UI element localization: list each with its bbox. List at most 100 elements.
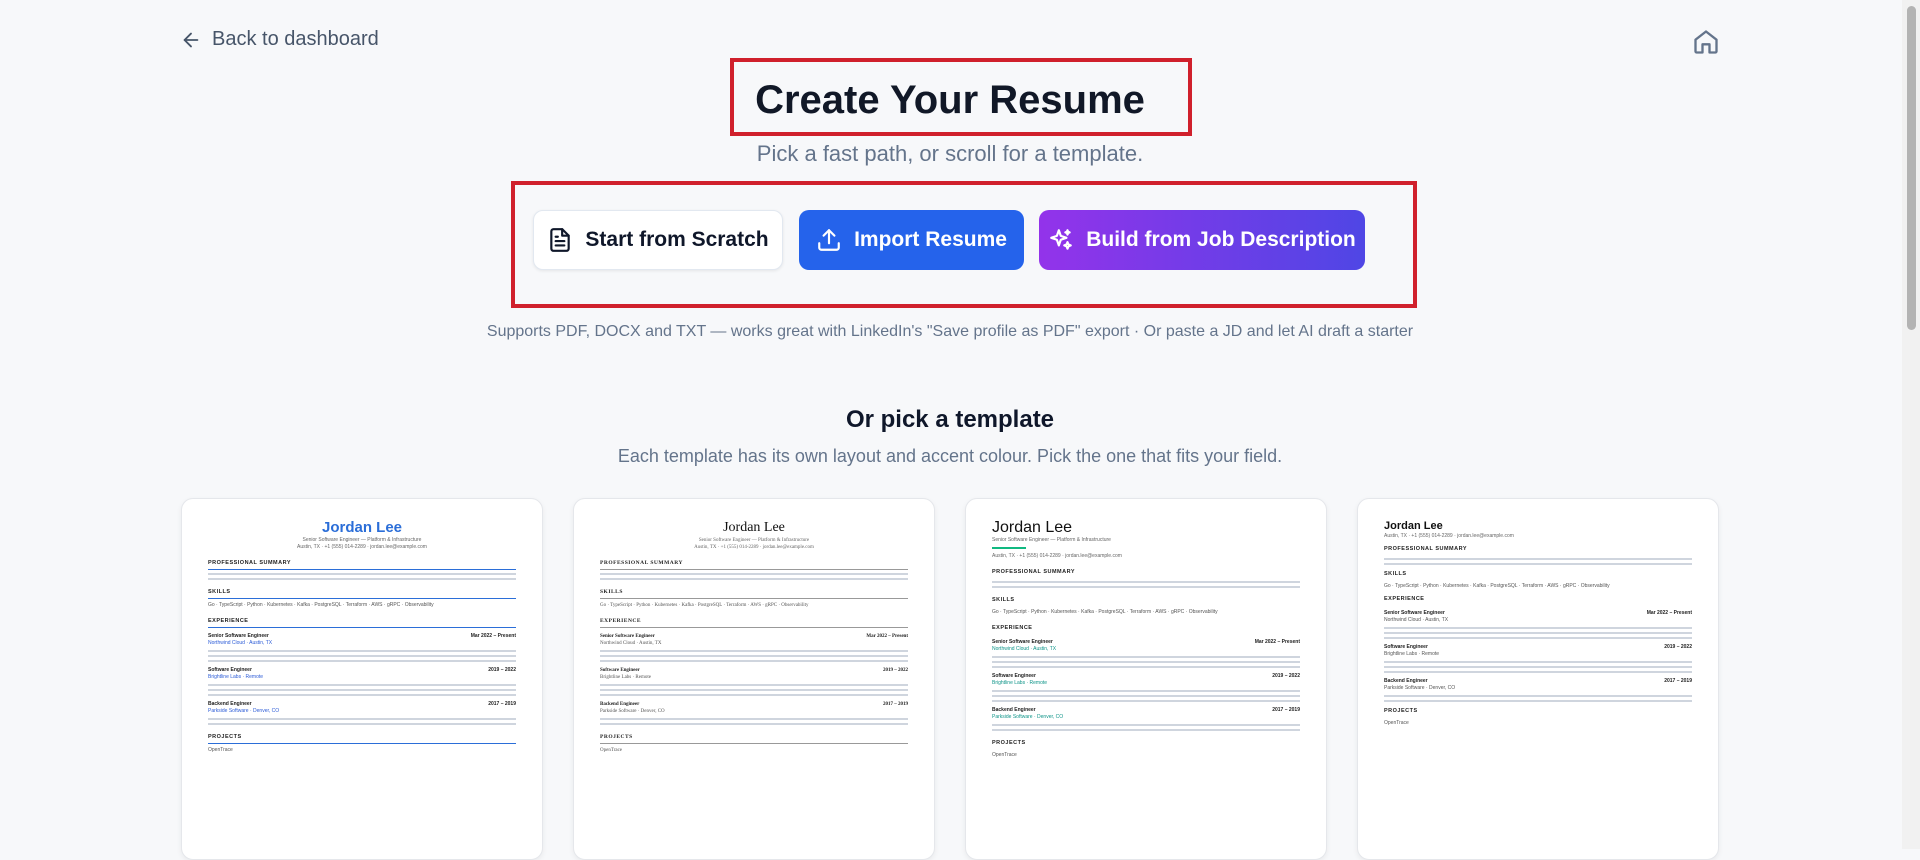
preview-job-dates: 2019 – 2022 [1272, 673, 1300, 679]
preview-job-title: Senior Software Engineer [1384, 610, 1445, 616]
templates-subheading: Each template has its own layout and acc… [617, 446, 1283, 466]
accent-rule [992, 547, 1026, 549]
preview-job-title: Senior Software Engineer [600, 634, 655, 639]
preview-projects-heading: PROJECTS [992, 740, 1026, 746]
preview-contact: Austin, TX · +1 (555) 014-2289 · jordan.… [992, 553, 1122, 559]
preview-contact: Austin, TX · +1 (555) 014-2289 · jordan.… [297, 544, 427, 550]
resume-preview: Jordan Lee Senior Software Engineer — Pl… [992, 519, 1300, 859]
preview-headline: Senior Software Engineer — Platform & In… [302, 537, 422, 543]
preview-headline: Senior Software Engineer — Platform & In… [992, 537, 1111, 543]
preview-job-dates: Mar 2022 – Present [1254, 639, 1300, 645]
preview-name: Jordan Lee [1384, 520, 1443, 532]
preview-job-company: Brightline Labs · Remote [1384, 651, 1440, 657]
preview-job-title: Backend Engineer [208, 701, 252, 707]
template-card-compact[interactable]: Jordan Lee Austin, TX · +1 (555) 014-228… [1357, 498, 1719, 860]
preview-job-company: Parkside Software · Denver, CO [992, 714, 1064, 720]
template-card-serif[interactable]: Jordan Lee Senior Software Engineer — Pl… [573, 498, 935, 860]
preview-job-company: Northwind Cloud · Austin, TX [1384, 617, 1449, 623]
preview-job-company: Parkside Software · Denver, CO [208, 708, 280, 714]
jd-label: Build from Job Description [1086, 228, 1356, 251]
preview-job-company: Parkside Software · Denver, CO [600, 709, 665, 714]
preview-job-dates: Mar 2022 – Present [470, 633, 516, 639]
template-card-classic[interactable]: Jordan Lee Senior Software Engineer — Pl… [181, 498, 543, 860]
preview-job-dates: 2019 – 2022 [883, 668, 908, 673]
preview-skills-heading: SKILLS [600, 589, 908, 599]
preview-experience-heading: EXPERIENCE [600, 618, 908, 628]
preview-job-title: Senior Software Engineer [208, 633, 269, 639]
preview-name: Jordan Lee [992, 519, 1073, 536]
preview-summary-heading: PROFESSIONAL SUMMARY [1384, 546, 1468, 552]
preview-experience-heading: EXPERIENCE [992, 625, 1033, 631]
preview-job-company: Brightline Labs · Remote [992, 680, 1048, 686]
preview-projects-heading: PROJECTS [1384, 708, 1418, 714]
back-label: Back to dashboard [212, 28, 379, 50]
supported-formats-note: Supports PDF, DOCX and TXT — works great… [486, 323, 1414, 340]
build-from-job-description-button[interactable]: Build from Job Description [1039, 210, 1365, 270]
preview-projects-heading: PROJECTS [208, 734, 516, 744]
preview-skills-heading: SKILLS [992, 597, 1015, 603]
preview-name: Jordan Lee [723, 520, 785, 535]
preview-project: OpenTrace [1384, 720, 1409, 726]
home-button[interactable] [1692, 28, 1720, 56]
preview-job-dates: 2019 – 2022 [488, 667, 516, 673]
start-from-scratch-button[interactable]: Start from Scratch [533, 210, 783, 270]
preview-job-company: Northwind Cloud · Austin, TX [208, 640, 273, 646]
template-card-modern[interactable]: Jordan Lee Senior Software Engineer — Pl… [965, 498, 1327, 860]
scratch-label: Start from Scratch [585, 228, 769, 251]
import-resume-button[interactable]: Import Resume [799, 210, 1024, 270]
preview-job-title: Software Engineer [1384, 644, 1428, 650]
resume-preview: Jordan Lee Senior Software Engineer — Pl… [600, 519, 908, 859]
templates-heading: Or pick a template [845, 406, 1055, 433]
preview-contact: Austin, TX · +1 (555) 014-2289 · jordan.… [1384, 533, 1514, 539]
resume-preview: Jordan Lee Austin, TX · +1 (555) 014-228… [1384, 519, 1692, 859]
preview-job-company: Brightline Labs · Remote [600, 675, 651, 680]
sparkles-icon [1050, 229, 1073, 250]
preview-experience-heading: EXPERIENCE [1384, 596, 1425, 602]
page-subtitle: Pick a fast path, or scroll for a templa… [756, 141, 1144, 166]
preview-job-dates: Mar 2022 – Present [1646, 610, 1692, 616]
preview-job-title: Backend Engineer [600, 702, 640, 707]
document-icon [550, 228, 571, 252]
preview-contact: Austin, TX · +1 (555) 014-2289 · jordan.… [694, 545, 814, 550]
scrollbar-thumb[interactable] [1907, 6, 1916, 330]
preview-job-title: Senior Software Engineer [992, 639, 1053, 645]
page-title: Create Your Resume [755, 78, 1145, 122]
preview-job-company: Northwind Cloud · Austin, TX [600, 641, 662, 646]
preview-job-title: Backend Engineer [1384, 678, 1428, 684]
home-icon [1694, 30, 1718, 54]
preview-job-dates: 2017 – 2019 [488, 701, 516, 707]
upload-icon [818, 229, 840, 251]
preview-job-company: Northwind Cloud · Austin, TX [992, 646, 1057, 652]
preview-summary-heading: PROFESSIONAL SUMMARY [992, 569, 1076, 575]
preview-project: OpenTrace [992, 752, 1017, 758]
preview-job-company: Parkside Software · Denver, CO [1384, 685, 1456, 691]
preview-skills-heading: SKILLS [208, 589, 516, 599]
preview-headline: Senior Software Engineer — Platform & In… [698, 538, 810, 543]
preview-skills: Go · TypeScript · Python · Kubernetes · … [208, 602, 434, 608]
preview-skills: Go · TypeScript · Python · Kubernetes · … [992, 609, 1218, 615]
preview-projects-heading: PROJECTS [600, 734, 908, 744]
preview-job-company: Brightline Labs · Remote [208, 674, 264, 680]
preview-job-title: Backend Engineer [992, 707, 1036, 713]
preview-experience-heading: EXPERIENCE [208, 618, 516, 628]
import-label: Import Resume [854, 228, 1007, 251]
preview-skills: Go · TypeScript · Python · Kubernetes · … [1384, 583, 1610, 589]
preview-job-title: Software Engineer [600, 668, 640, 673]
preview-job-title: Software Engineer [992, 673, 1036, 679]
preview-job-dates: 2019 – 2022 [1664, 644, 1692, 650]
preview-job-title: Software Engineer [208, 667, 252, 673]
preview-skills-heading: SKILLS [1384, 571, 1407, 577]
preview-project: OpenTrace [208, 747, 233, 753]
preview-summary-heading: PROFESSIONAL SUMMARY [208, 560, 516, 570]
arrow-left-icon [183, 32, 199, 47]
back-to-dashboard-link[interactable]: Back to dashboard [180, 28, 379, 51]
scrollbar[interactable] [1902, 0, 1920, 849]
preview-job-dates: 2017 – 2019 [1272, 707, 1300, 713]
preview-skills: Go · TypeScript · Python · Kubernetes · … [600, 603, 809, 608]
preview-job-dates: 2017 – 2019 [1664, 678, 1692, 684]
preview-job-dates: Mar 2022 – Present [866, 634, 908, 639]
preview-project: OpenTrace [600, 748, 623, 753]
preview-summary-heading: PROFESSIONAL SUMMARY [600, 560, 908, 570]
preview-job-dates: 2017 – 2019 [883, 702, 908, 707]
preview-name: Jordan Lee [321, 519, 403, 536]
